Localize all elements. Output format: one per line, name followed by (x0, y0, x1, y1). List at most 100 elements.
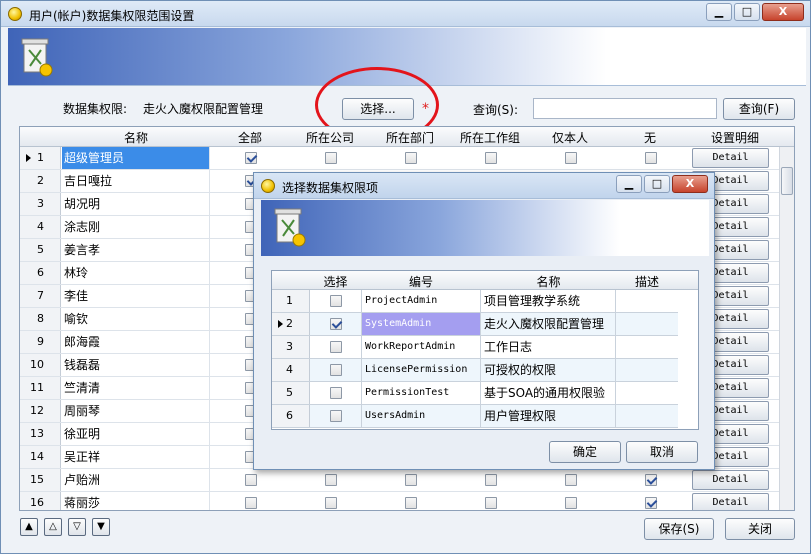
user-name-cell[interactable]: 胡况明 (62, 193, 210, 215)
dialog-select-checkbox[interactable] (330, 387, 342, 399)
detail-button[interactable]: Detail (692, 470, 769, 490)
dialog-select-checkbox[interactable] (330, 364, 342, 376)
col-name[interactable]: 名称 (62, 129, 210, 146)
permission-checkbox[interactable] (245, 474, 257, 486)
user-name-cell[interactable]: 超级管理员 (62, 147, 210, 169)
permission-desc-cell[interactable] (616, 359, 678, 381)
user-name-cell[interactable]: 吉日嘎拉 (62, 170, 210, 192)
col-none[interactable]: 无 (610, 129, 690, 146)
permission-code-cell[interactable]: PermissionTest (361, 382, 481, 404)
permission-name-cell[interactable]: 项目管理教学系统 (481, 290, 616, 312)
dialog-minimize-button[interactable]: ▁ (616, 175, 642, 193)
save-button[interactable]: 保存(S) (644, 518, 714, 540)
close-button[interactable]: 关闭 (725, 518, 795, 540)
permission-name-cell[interactable]: 用户管理权限 (481, 405, 616, 427)
dialog-maximize-button[interactable]: □ (644, 175, 670, 193)
permission-checkbox[interactable] (565, 497, 577, 509)
col-self[interactable]: 仅本人 (530, 129, 610, 146)
dcol-name[interactable]: 名称 (481, 273, 616, 290)
permission-checkbox[interactable] (485, 497, 497, 509)
dialog-row[interactable]: 1 ProjectAdmin 项目管理教学系统 (272, 290, 678, 313)
minimize-button[interactable]: ▁ (706, 3, 732, 21)
permission-checkbox[interactable] (565, 152, 577, 164)
move-up-button[interactable]: △ (44, 518, 62, 536)
permission-desc-cell[interactable] (616, 336, 678, 358)
table-row[interactable]: 1 超级管理员 Detail (20, 147, 780, 170)
dialog-row[interactable]: 4 LicensePermission 可授权的权限 (272, 359, 678, 382)
permission-checkbox[interactable] (245, 497, 257, 509)
permission-checkbox[interactable] (245, 152, 257, 164)
table-row[interactable]: 16 蒋丽莎 Detail (20, 492, 780, 510)
query-input[interactable] (533, 98, 717, 119)
maximize-button[interactable]: □ (734, 3, 760, 21)
permission-code-cell[interactable]: ProjectAdmin (361, 290, 481, 312)
col-detail[interactable]: 设置明细 (690, 129, 780, 146)
permission-name-cell[interactable]: 工作日志 (481, 336, 616, 358)
permission-desc-cell[interactable] (616, 405, 678, 427)
permission-code-cell[interactable]: WorkReportAdmin (361, 336, 481, 358)
dialog-select-checkbox[interactable] (330, 295, 342, 307)
user-name-cell[interactable]: 卢贻洲 (62, 469, 210, 491)
user-name-cell[interactable]: 钱磊磊 (62, 354, 210, 376)
dialog-row[interactable]: 2 SystemAdmin 走火入魔权限配置管理 (272, 313, 678, 336)
dialog-row[interactable]: 3 WorkReportAdmin 工作日志 (272, 336, 678, 359)
permission-checkbox[interactable] (485, 474, 497, 486)
close-window-button[interactable]: X (762, 3, 804, 21)
grid-scrollbar-thumb[interactable] (781, 167, 793, 195)
permission-checkbox[interactable] (485, 152, 497, 164)
dialog-ok-button[interactable]: 确定 (549, 441, 621, 463)
grid-scrollbar[interactable] (779, 147, 794, 510)
user-name-cell[interactable]: 徐亚明 (62, 423, 210, 445)
permission-checkbox[interactable] (645, 474, 657, 486)
permission-checkbox[interactable] (405, 152, 417, 164)
dialog-row[interactable]: 6 UsersAdmin 用户管理权限 (272, 405, 678, 428)
move-last-button[interactable]: ▼ (92, 518, 110, 536)
dcol-desc[interactable]: 描述 (616, 273, 678, 290)
move-down-button[interactable]: ▽ (68, 518, 86, 536)
detail-button[interactable]: Detail (692, 493, 769, 510)
col-company[interactable]: 所在公司 (290, 129, 370, 146)
user-name-cell[interactable]: 喻钦 (62, 308, 210, 330)
user-name-cell[interactable]: 竺清清 (62, 377, 210, 399)
permission-checkbox[interactable] (645, 152, 657, 164)
permission-code-cell[interactable]: SystemAdmin (361, 313, 481, 335)
dialog-cancel-button[interactable]: 取消 (626, 441, 698, 463)
permission-checkbox[interactable] (325, 474, 337, 486)
col-department[interactable]: 所在部门 (370, 129, 450, 146)
detail-button[interactable]: Detail (692, 148, 769, 168)
dialog-select-checkbox[interactable] (330, 341, 342, 353)
permission-name-cell[interactable]: 可授权的权限 (481, 359, 616, 381)
user-name-cell[interactable]: 姜言孝 (62, 239, 210, 261)
user-name-cell[interactable]: 李佳 (62, 285, 210, 307)
user-name-cell[interactable]: 郎海霞 (62, 331, 210, 353)
permission-code-cell[interactable]: LicensePermission (361, 359, 481, 381)
permission-name-cell[interactable]: 基于SOA的通用权限验证 (481, 382, 616, 422)
dcol-select[interactable]: 选择 (310, 273, 361, 290)
user-name-cell[interactable]: 蒋丽莎 (62, 492, 210, 510)
permission-desc-cell[interactable] (616, 313, 678, 335)
dialog-close-button[interactable]: X (672, 175, 708, 193)
select-dataset-button[interactable]: 选择... (342, 98, 414, 120)
permission-checkbox[interactable] (325, 152, 337, 164)
permission-checkbox[interactable] (325, 497, 337, 509)
permission-desc-cell[interactable] (616, 382, 678, 404)
user-name-cell[interactable]: 涂志刚 (62, 216, 210, 238)
user-name-cell[interactable]: 吴正祥 (62, 446, 210, 468)
user-name-cell[interactable]: 林玲 (62, 262, 210, 284)
permission-checkbox[interactable] (405, 474, 417, 486)
table-row[interactable]: 15 卢贻洲 Detail (20, 469, 780, 492)
col-workgroup[interactable]: 所在工作组 (450, 129, 530, 146)
col-all[interactable]: 全部 (210, 129, 290, 146)
dialog-row[interactable]: 5 PermissionTest基于SOA的通用权限验证 (272, 382, 678, 422)
move-first-button[interactable]: ▲ (20, 518, 38, 536)
permission-desc-cell[interactable] (616, 290, 678, 312)
permission-name-cell[interactable]: 走火入魔权限配置管理 (481, 313, 616, 335)
query-button[interactable]: 查询(F) (723, 98, 795, 120)
dcol-code[interactable]: 编号 (361, 273, 481, 290)
dialog-select-checkbox[interactable] (330, 318, 342, 330)
permission-code-cell[interactable]: UsersAdmin (361, 405, 481, 427)
permission-checkbox[interactable] (405, 497, 417, 509)
dialog-select-checkbox[interactable] (330, 410, 342, 422)
permission-checkbox[interactable] (565, 474, 577, 486)
user-name-cell[interactable]: 周丽琴 (62, 400, 210, 422)
